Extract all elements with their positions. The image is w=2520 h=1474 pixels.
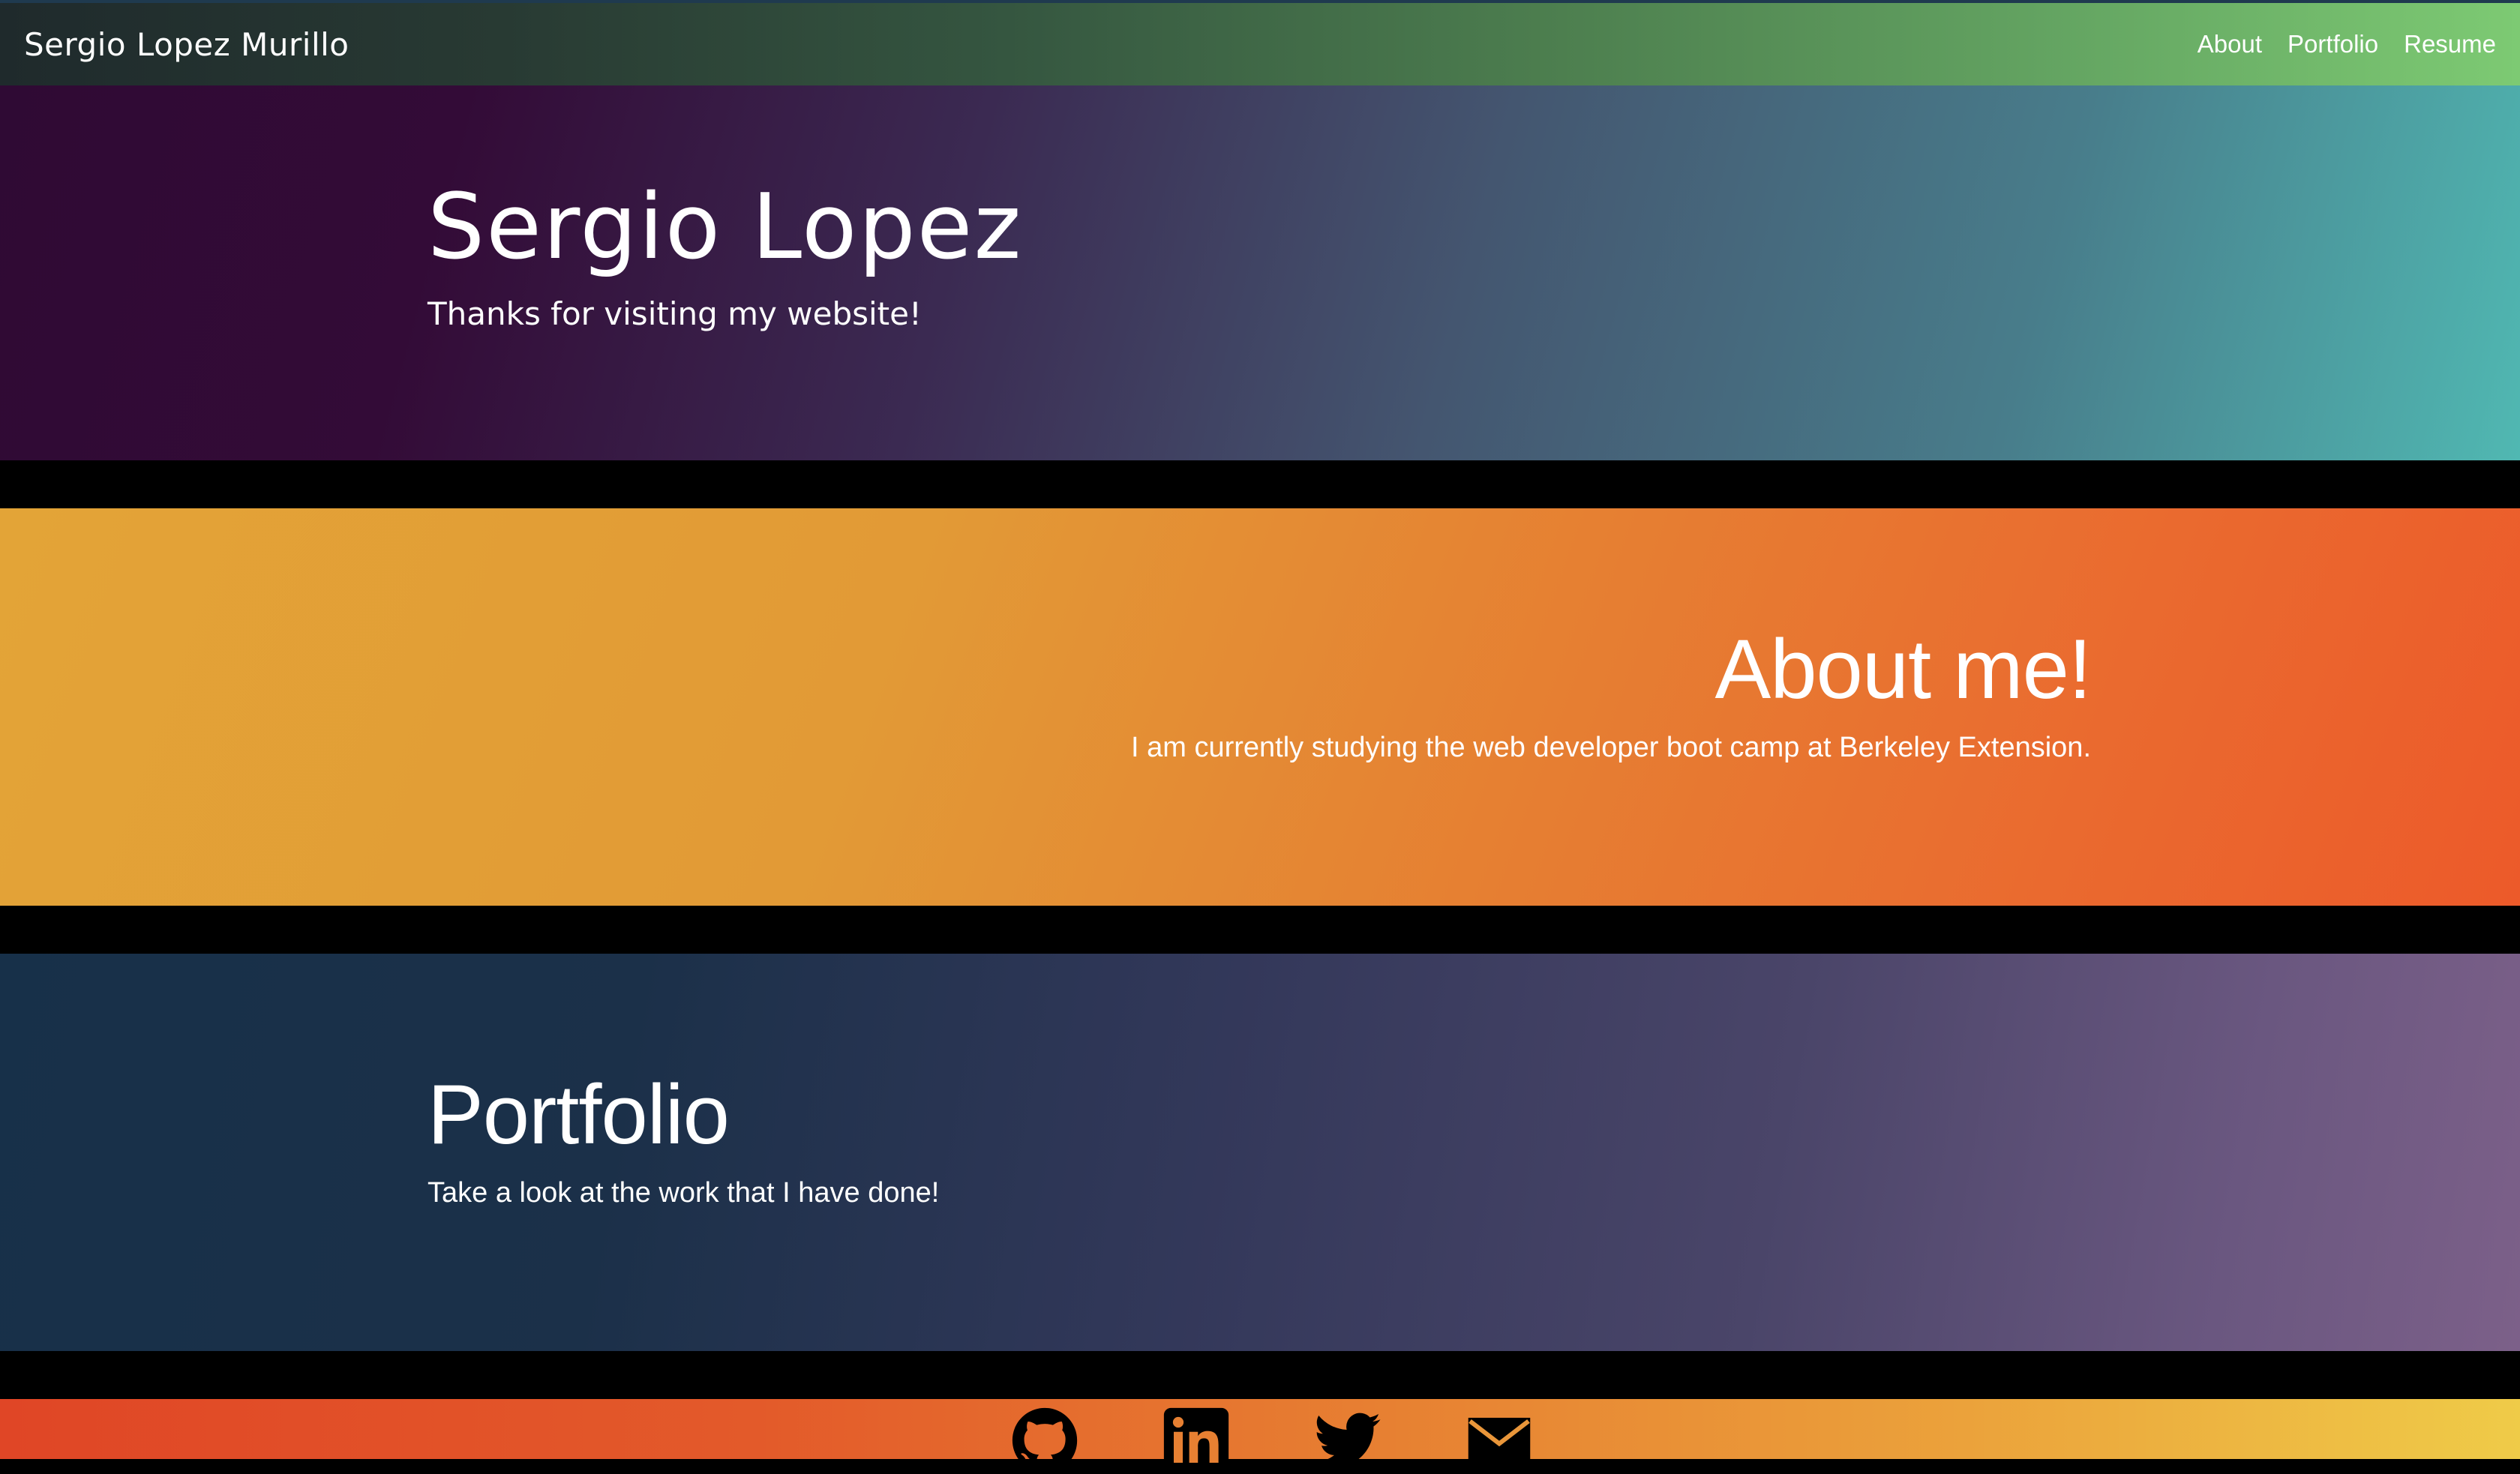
nav-link-portfolio[interactable]: Portfolio — [2288, 30, 2378, 58]
email-icon — [1468, 1418, 1531, 1463]
brand-link[interactable]: Sergio Lopez Murillo — [24, 26, 350, 63]
github-icon — [1012, 1407, 1078, 1472]
about-section: About me! I am currently studying the we… — [0, 508, 2520, 906]
hero-subtitle: Thanks for visiting my website! — [428, 295, 922, 332]
email-link[interactable] — [1466, 1407, 1533, 1474]
linkedin-link[interactable] — [1162, 1407, 1230, 1474]
twitter-icon — [1314, 1413, 1381, 1467]
twitter-link[interactable] — [1314, 1407, 1382, 1474]
github-link[interactable] — [1011, 1407, 1078, 1474]
navbar: Sergio Lopez Murillo About Portfolio Res… — [0, 0, 2520, 85]
about-text: I am currently studying the web develope… — [1130, 732, 2091, 763]
nav-link-about[interactable]: About — [2198, 30, 2262, 58]
nav-links: About Portfolio Resume — [2198, 30, 2496, 58]
hero-section: Sergio Lopez Thanks for visiting my webs… — [0, 85, 2520, 460]
portfolio-text: Take a look at the work that I have done… — [428, 1177, 940, 1209]
portfolio-title: Portfolio — [428, 1068, 730, 1161]
social-links — [1011, 1407, 1533, 1474]
about-title: About me! — [1714, 622, 2092, 716]
nav-link-resume[interactable]: Resume — [2404, 30, 2496, 58]
linkedin-icon — [1163, 1407, 1229, 1473]
hero-title: Sergio Lopez — [428, 175, 1023, 280]
portfolio-section: Portfolio Take a look at the work that I… — [0, 954, 2520, 1351]
footer — [0, 1399, 2520, 1473]
